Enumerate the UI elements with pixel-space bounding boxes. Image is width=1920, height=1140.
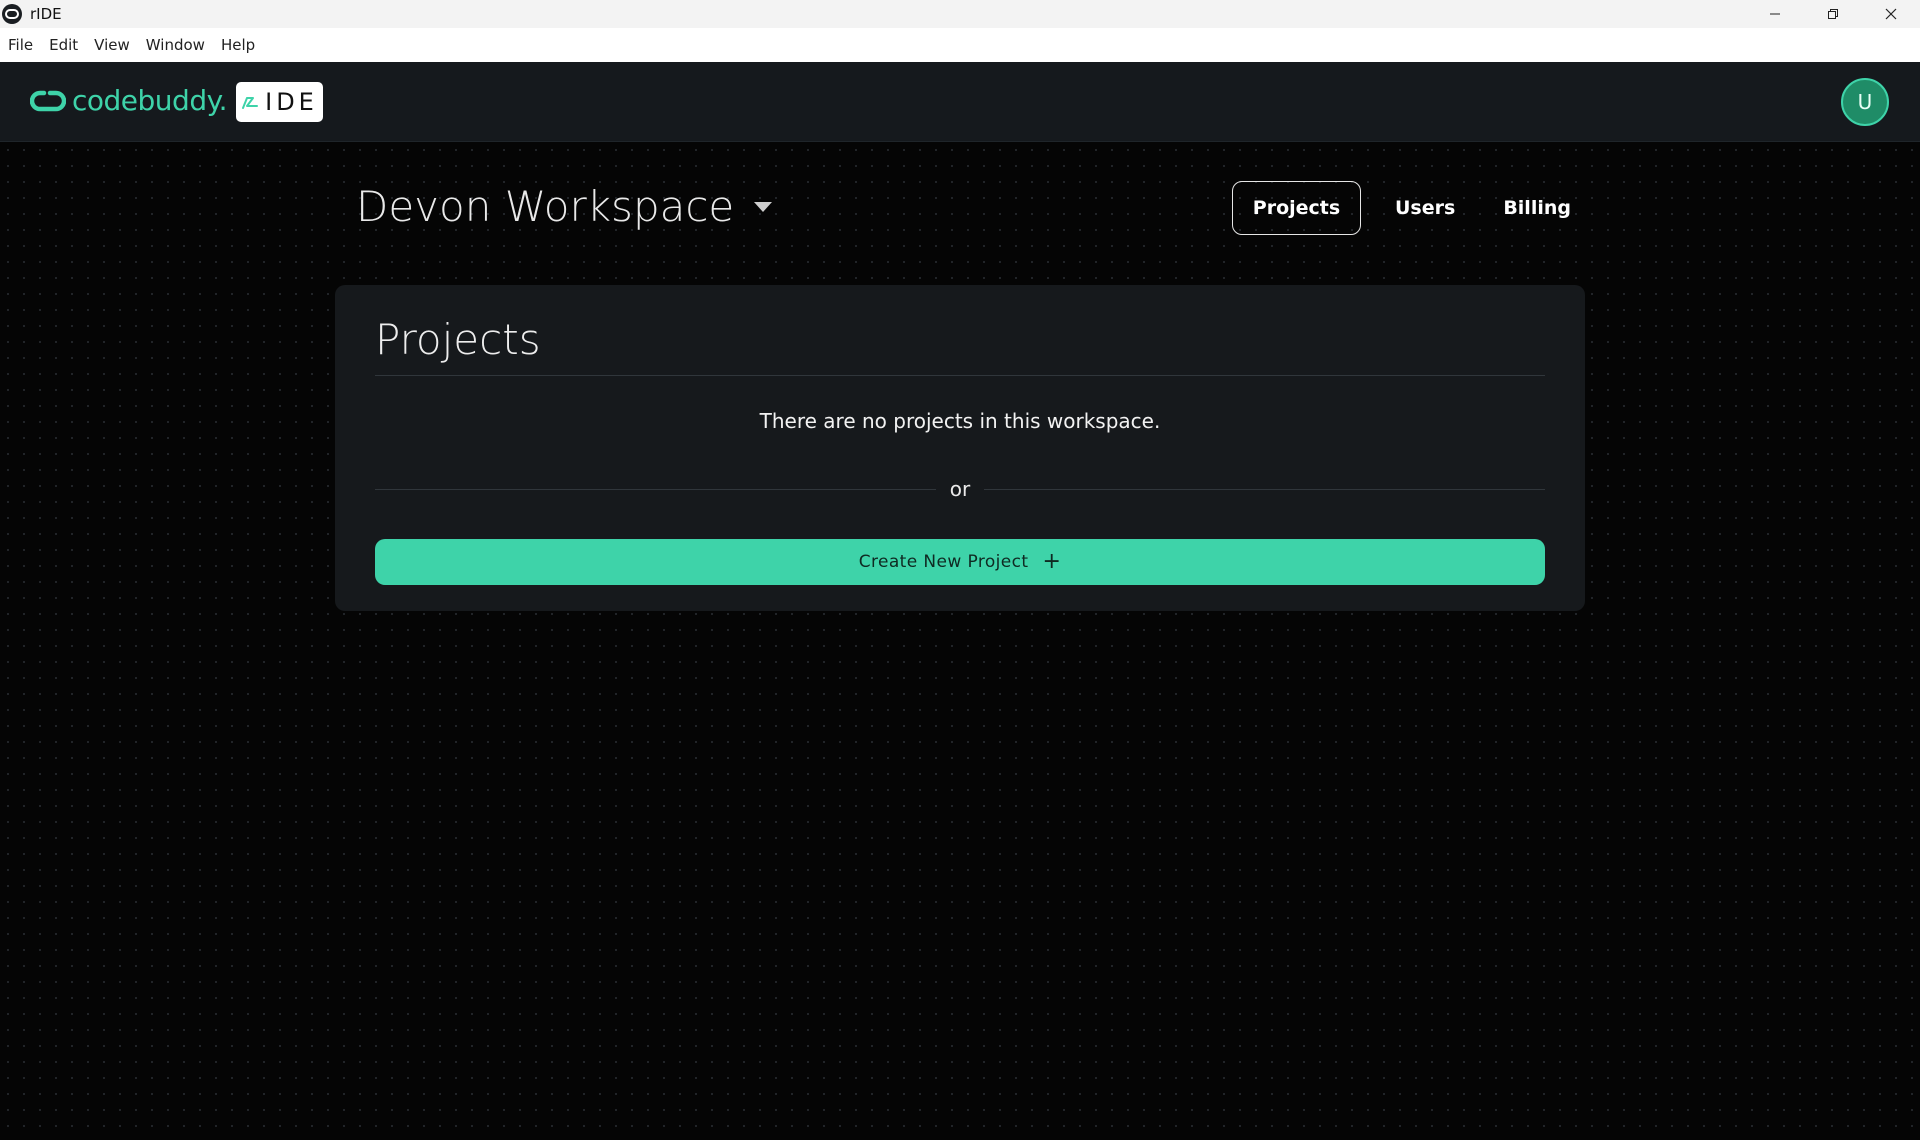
empty-state-message: There are no projects in this workspace.	[759, 409, 1161, 433]
projects-card: Projects There are no projects in this w…	[335, 285, 1585, 611]
window-controls	[1746, 0, 1920, 28]
restore-icon	[1828, 9, 1838, 19]
separator-line-right	[984, 488, 1545, 490]
workspace-name: Devon Workspace	[356, 182, 735, 231]
user-avatar[interactable]: U	[1841, 78, 1889, 126]
menu-view[interactable]: View	[94, 36, 130, 54]
window-titlebar: rIDE	[0, 0, 1920, 28]
ide-badge-label: IDE	[265, 88, 318, 116]
workspace-nav: Projects Users Billing	[1232, 181, 1595, 235]
ide-badge: IDE	[236, 82, 323, 122]
app-header: codebuddy. IDE U	[0, 62, 1920, 142]
menu-bar: File Edit View Window Help	[0, 28, 1920, 62]
tab-projects[interactable]: Projects	[1232, 181, 1361, 235]
close-icon	[1885, 8, 1897, 20]
codebuddy-logo-icon	[30, 90, 66, 111]
restore-button[interactable]	[1804, 0, 1862, 28]
close-button[interactable]	[1862, 0, 1920, 28]
menu-file[interactable]: File	[8, 36, 33, 54]
app-logo-icon	[2, 4, 22, 24]
separator-text: or	[949, 477, 971, 501]
menu-help[interactable]: Help	[221, 36, 255, 54]
minimize-button[interactable]	[1746, 0, 1804, 28]
ride-logo-icon	[242, 97, 259, 109]
brand-logo[interactable]: codebuddy.	[30, 84, 228, 117]
brand-name: codebuddy.	[72, 84, 228, 117]
menu-edit[interactable]: Edit	[49, 36, 78, 54]
or-separator: or	[375, 477, 1545, 501]
create-button-label: Create New Project	[858, 552, 1029, 572]
divider	[375, 375, 1545, 376]
create-new-project-button[interactable]: Create New Project +	[375, 539, 1545, 585]
workspace-selector[interactable]: Devon Workspace	[356, 182, 773, 231]
window-title: rIDE	[30, 5, 62, 23]
projects-heading: Projects	[375, 315, 541, 364]
plus-icon: +	[1042, 549, 1062, 574]
minimize-icon	[1770, 13, 1780, 15]
tab-users[interactable]: Users	[1371, 181, 1479, 235]
main-content: Devon Workspace Projects Users Billing P…	[0, 142, 1920, 1140]
menu-window[interactable]: Window	[146, 36, 205, 54]
tab-billing[interactable]: Billing	[1479, 181, 1595, 235]
caret-down-icon	[754, 201, 773, 212]
separator-line-left	[375, 488, 936, 490]
